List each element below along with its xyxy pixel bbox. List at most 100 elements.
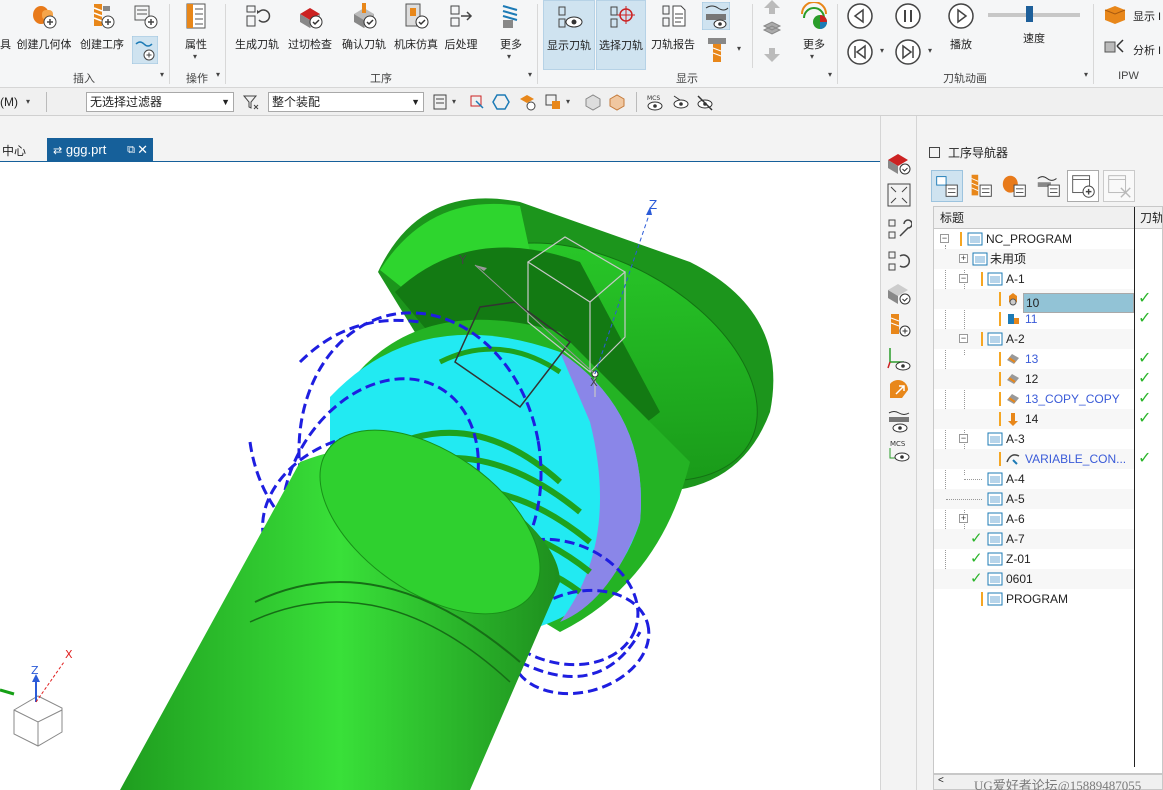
show-eye-icon[interactable] xyxy=(672,93,690,111)
select-feature-icon[interactable] xyxy=(468,93,486,111)
tree-row-a6[interactable]: + A-6 xyxy=(934,509,1134,529)
tree-row-unused[interactable]: + 未用项 xyxy=(934,249,1134,269)
axis-view-icon[interactable] xyxy=(886,346,912,372)
body-select-icon[interactable] xyxy=(544,93,562,111)
program-order-view-icon[interactable] xyxy=(931,170,963,202)
solid-select-icon[interactable] xyxy=(584,93,602,111)
more-display-button[interactable]: 更多 ▾ xyxy=(792,0,836,70)
tree-row-a5[interactable]: A-5 xyxy=(934,489,1134,509)
column-header-toolpath[interactable]: 刀轨 xyxy=(1140,207,1162,229)
group-expand-icon[interactable]: ▾ xyxy=(828,70,832,79)
group-expand-icon[interactable]: ▾ xyxy=(216,70,220,79)
tool-display-icon[interactable] xyxy=(706,38,728,64)
speed-thumb[interactable] xyxy=(1026,6,1034,22)
tree-row-nc-program[interactable]: − NC_PROGRAM xyxy=(934,229,1134,249)
machine-tool-view-icon[interactable] xyxy=(886,150,912,176)
layer-nav-icon[interactable] xyxy=(762,0,782,64)
collapse-toggle[interactable]: − xyxy=(959,274,968,283)
machining-method-view-icon[interactable] xyxy=(1033,170,1065,202)
machine-tool-view-icon[interactable] xyxy=(965,170,997,202)
fast-forward-icon[interactable] xyxy=(894,38,922,66)
face-select-icon[interactable] xyxy=(518,93,536,111)
tree-row-op-12[interactable]: 12 xyxy=(934,369,1134,389)
verify-icon[interactable] xyxy=(886,280,912,306)
column-header-title[interactable]: 标题 xyxy=(940,207,964,229)
mcs-eye-icon[interactable]: MCS xyxy=(886,438,912,464)
chevron-down-icon[interactable]: ▾ xyxy=(566,97,570,106)
expand-toggle[interactable]: + xyxy=(959,254,968,263)
tree-row-0601[interactable]: ✓ 0601 xyxy=(934,569,1134,589)
chevron-down-icon[interactable]: ▾ xyxy=(26,97,30,106)
display-ipw-icon[interactable] xyxy=(702,2,730,30)
more-operations-button[interactable]: 更多 ▾ xyxy=(490,0,532,70)
select-toolpath-button[interactable]: 选择刀轨 xyxy=(596,0,646,70)
pause-icon[interactable] xyxy=(894,2,922,30)
gouge-check-button[interactable]: 过切检查 xyxy=(284,0,336,70)
group-expand-icon[interactable]: ▾ xyxy=(528,70,532,79)
geometry-view-icon[interactable] xyxy=(999,170,1031,202)
filter-funnel-icon[interactable] xyxy=(242,93,260,111)
step-back-icon[interactable] xyxy=(846,2,874,30)
collapse-toggle[interactable]: − xyxy=(959,434,968,443)
group-expand-icon[interactable]: ▾ xyxy=(160,70,164,79)
sheet-select-icon[interactable] xyxy=(608,93,626,111)
tree-row-op-14[interactable]: 14 xyxy=(934,409,1134,429)
type-filter-select[interactable]: 无选择过滤器 ▼ xyxy=(86,92,234,112)
fit-view-icon[interactable] xyxy=(886,182,912,208)
tree-row-a4[interactable]: A-4 xyxy=(934,469,1134,489)
menu-fragment[interactable]: (M) xyxy=(0,95,18,109)
chevron-down-icon[interactable]: ▾ xyxy=(810,52,814,61)
tree-row-op-11[interactable]: 11 xyxy=(934,309,1134,329)
chevron-down-icon[interactable]: ▾ xyxy=(452,97,456,106)
collapse-toggle[interactable]: − xyxy=(959,334,968,343)
chevron-down-icon[interactable]: ▾ xyxy=(193,52,197,61)
rewind-icon[interactable] xyxy=(846,38,874,66)
scroll-left-icon[interactable]: < xyxy=(938,775,944,786)
tree-row-a1[interactable]: − A-1 xyxy=(934,269,1134,289)
tree-row-op-10[interactable]: 10 xyxy=(934,289,1134,313)
undock-icon[interactable]: ⧉ xyxy=(127,138,135,162)
chevron-down-icon[interactable]: ▾ xyxy=(928,46,932,55)
create-tool-icon[interactable] xyxy=(886,312,912,338)
tree-row-op-variable-contour[interactable]: VARIABLE_CON... xyxy=(934,449,1134,469)
verify-toolpath-button[interactable]: 确认刀轨 xyxy=(338,0,390,70)
play-button[interactable]: 播放 xyxy=(940,0,982,70)
type-filter-icon[interactable] xyxy=(432,93,450,111)
chevron-down-icon[interactable]: ▾ xyxy=(737,44,741,53)
chevron-down-icon[interactable]: ▾ xyxy=(880,46,884,55)
tree-row-op-13-copy-copy[interactable]: 13_COPY_COPY xyxy=(934,389,1134,409)
graphics-viewport[interactable]: Z Y X Z X xyxy=(0,162,880,790)
toolpath-report-button[interactable]: 刀轨报告 xyxy=(648,0,698,70)
create-geometry-button[interactable]: 创建几何体 xyxy=(14,0,74,70)
display-toolpath-button[interactable]: 显示刀轨 xyxy=(543,0,595,70)
pin-checkbox[interactable] xyxy=(929,147,940,158)
tree-row-z01[interactable]: ✓ Z-01 xyxy=(934,549,1134,569)
tree-row-a7[interactable]: ✓ A-7 xyxy=(934,529,1134,549)
close-tab-icon[interactable]: ✕ xyxy=(137,138,148,162)
postprocess-button[interactable]: 后处理 xyxy=(440,0,482,70)
tab-ggg-prt[interactable]: ⇄ ggg.prt ⧉ ✕ xyxy=(47,138,153,162)
scope-filter-select[interactable]: 整个装配 ▼ xyxy=(268,92,424,112)
horizontal-scrollbar[interactable]: < UG爱好者论坛@15889487055 xyxy=(933,774,1163,790)
display-ipw-button[interactable]: 显示 I xyxy=(1103,4,1163,26)
create-new-icon[interactable] xyxy=(1067,170,1099,202)
create-method-button[interactable] xyxy=(130,0,160,70)
ipw-eye-icon[interactable] xyxy=(886,408,912,434)
tool-create-button[interactable]: 具 xyxy=(0,0,12,70)
generate-toolpath-button[interactable]: 生成刀轨 xyxy=(232,0,282,70)
tree-row-a3[interactable]: − A-3 xyxy=(934,429,1134,449)
export-orange-icon[interactable] xyxy=(886,376,912,402)
tool-wrench-icon[interactable] xyxy=(886,216,912,242)
collapse-toggle[interactable]: − xyxy=(940,234,949,243)
tree-row-op-13[interactable]: 13 xyxy=(934,349,1134,369)
machine-simulation-button[interactable]: 机床仿真 xyxy=(392,0,440,70)
regenerate-icon[interactable] xyxy=(886,248,912,274)
speed-slider[interactable]: 速度 xyxy=(984,0,1084,70)
create-operation-button[interactable]: 创建工序 xyxy=(76,0,128,70)
tree-row-program[interactable]: PROGRAM xyxy=(934,589,1134,609)
group-expand-icon[interactable]: ▾ xyxy=(1084,70,1088,79)
chevron-down-icon[interactable]: ▾ xyxy=(507,52,511,61)
tree-row-a2[interactable]: − A-2 xyxy=(934,329,1134,349)
hexagon-select-icon[interactable] xyxy=(492,93,510,111)
tab-resource-center[interactable]: 中心 xyxy=(0,140,26,162)
